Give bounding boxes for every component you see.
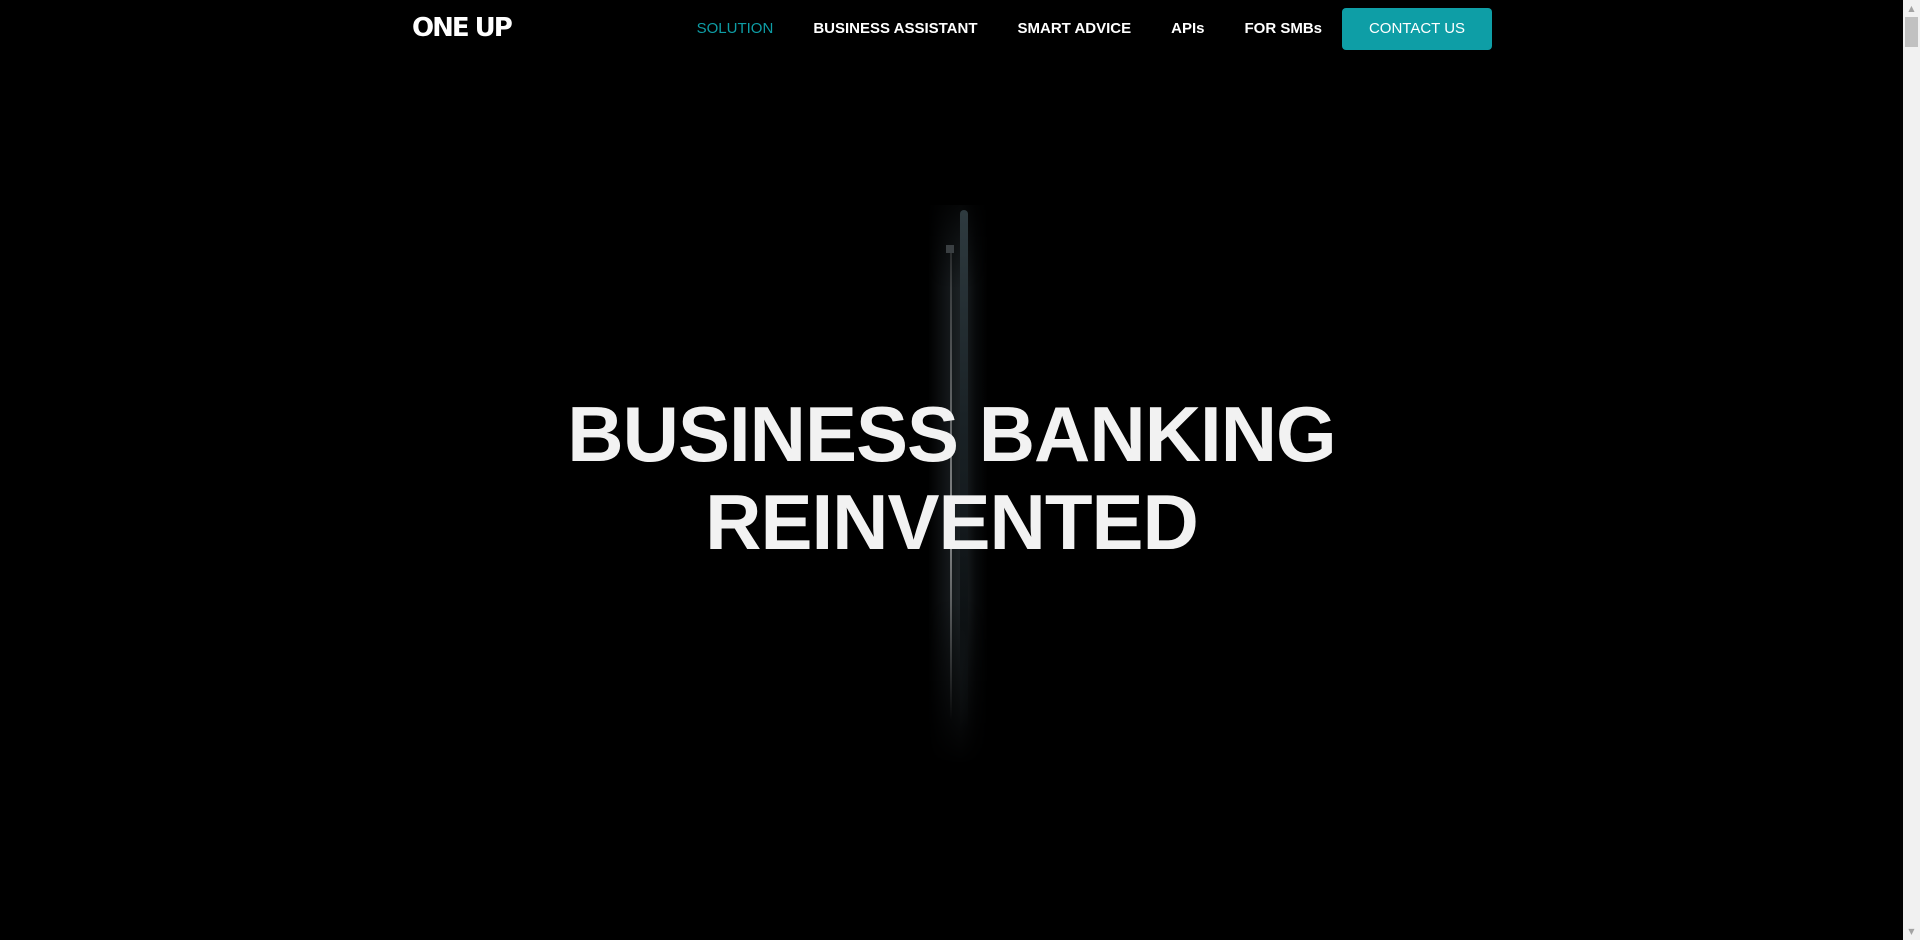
main-nav: SOLUTION BUSINESS ASSISTANT SMART ADVICE… xyxy=(677,8,1492,50)
hero-title: BUSINESS BANKING REINVENTED xyxy=(0,390,1903,566)
page: BUSINESS BANKING REINVENTED ONE UP SOLUT… xyxy=(0,0,1903,940)
hero-section: BUSINESS BANKING REINVENTED xyxy=(0,0,1903,940)
phone-camera-dot xyxy=(946,245,954,253)
scrollbar-thumb[interactable] xyxy=(1905,17,1918,47)
nav-item-business-assistant[interactable]: BUSINESS ASSISTANT xyxy=(793,8,997,50)
triangle-down-icon[interactable]: ▼ xyxy=(1903,923,1920,940)
triangle-up-icon[interactable]: ▲ xyxy=(1903,0,1920,17)
vertical-scrollbar[interactable]: ▲ ▼ xyxy=(1903,0,1920,940)
one-up-logo[interactable]: ONE UP xyxy=(412,13,513,43)
hero-title-line-1: BUSINESS BANKING xyxy=(567,390,1336,478)
contact-us-button[interactable]: CONTACT US xyxy=(1342,8,1492,50)
site-header: ONE UP SOLUTION BUSINESS ASSISTANT SMART… xyxy=(0,0,1903,56)
nav-item-solution[interactable]: SOLUTION xyxy=(677,8,794,50)
logo-text: ONE UP xyxy=(412,13,513,43)
nav-item-smart-advice[interactable]: SMART ADVICE xyxy=(998,8,1152,50)
nav-item-apis[interactable]: APIs xyxy=(1151,8,1224,50)
hero-title-line-2: REINVENTED xyxy=(705,478,1199,566)
nav-item-for-smbs[interactable]: FOR SMBs xyxy=(1224,8,1342,50)
